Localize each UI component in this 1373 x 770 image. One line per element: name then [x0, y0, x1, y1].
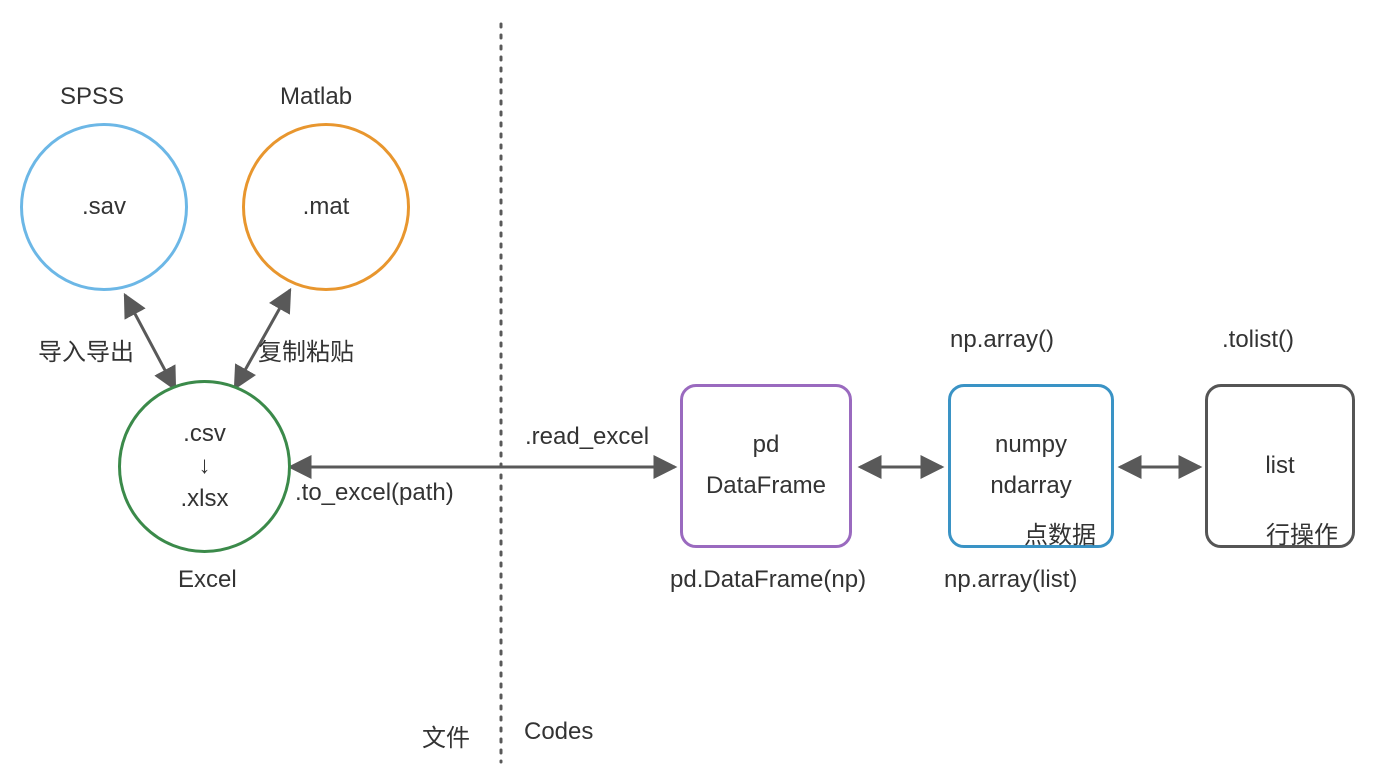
- list-tag: 行操作: [1266, 515, 1338, 550]
- spss-content: .sav: [82, 193, 126, 221]
- node-spss: .sav: [20, 123, 188, 291]
- node-pd: pd DataFrame: [680, 384, 852, 548]
- label-tolist: .tolist(): [1222, 326, 1294, 354]
- numpy-line2: ndarray: [990, 466, 1071, 507]
- excel-title: Excel: [178, 566, 237, 594]
- excel-line2: .xlsx: [181, 483, 229, 515]
- numpy-subtitle: np.array(list): [944, 566, 1077, 594]
- list-line1: list: [1265, 452, 1294, 480]
- label-read-excel: .read_excel: [525, 423, 649, 451]
- numpy-tag: 点数据: [1024, 515, 1096, 550]
- excel-line1: .csv: [183, 418, 226, 450]
- label-spss-excel: 导入导出: [38, 332, 134, 367]
- pd-line1: pd: [753, 425, 780, 466]
- section-right: Codes: [524, 718, 593, 746]
- spss-title: SPSS: [60, 83, 124, 111]
- label-to-excel: .to_excel(path): [295, 479, 454, 507]
- pd-line2: DataFrame: [706, 466, 826, 507]
- excel-arrow: ↓: [199, 450, 211, 482]
- section-left: 文件: [422, 718, 470, 753]
- node-excel: .csv ↓ .xlsx: [118, 380, 291, 553]
- label-np-array: np.array(): [950, 326, 1054, 354]
- matlab-content: .mat: [303, 193, 350, 221]
- numpy-line1: numpy: [995, 425, 1067, 466]
- label-matlab-excel: 复制粘贴: [258, 332, 354, 367]
- node-matlab: .mat: [242, 123, 410, 291]
- pd-subtitle: pd.DataFrame(np): [670, 566, 866, 594]
- matlab-title: Matlab: [280, 83, 352, 111]
